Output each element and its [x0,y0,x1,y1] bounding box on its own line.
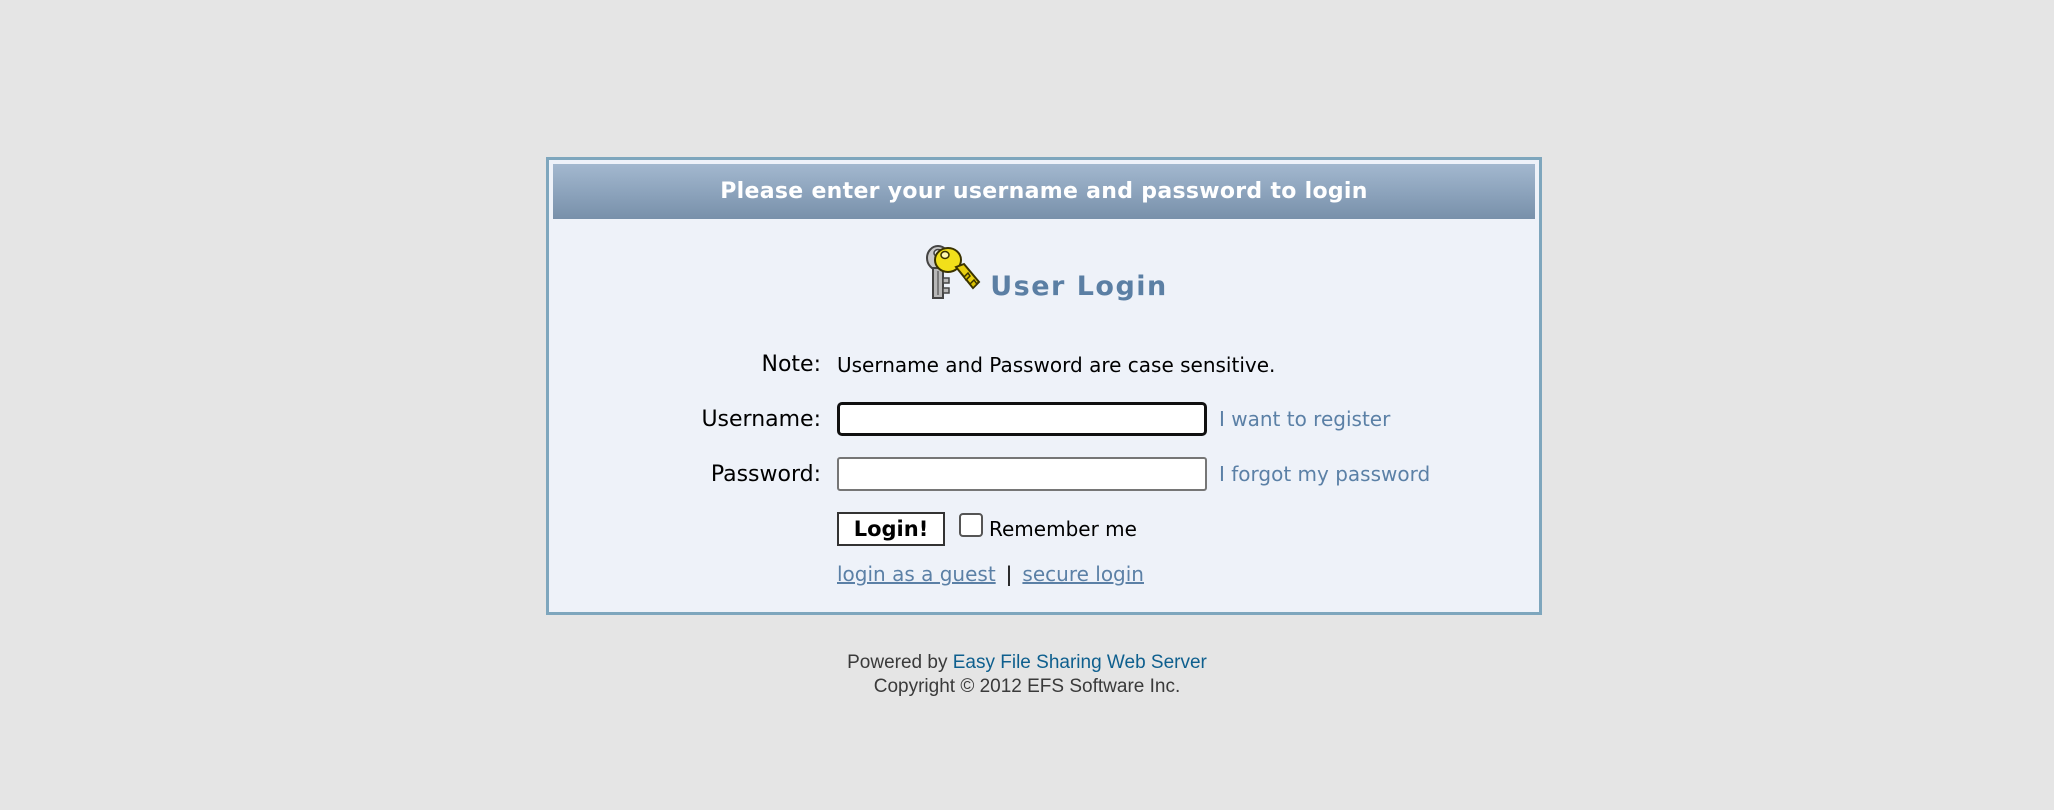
remember-me-checkbox[interactable] [959,513,983,537]
register-link[interactable]: I want to register [1219,407,1390,431]
login-button[interactable]: Login! [837,512,945,546]
note-text: Username and Password are case sensitive… [837,352,1276,377]
link-separator: | [1005,562,1013,586]
username-row: Username: I want to register [549,402,1539,436]
note-label: Note: [761,352,822,377]
user-login-title: User Login [990,271,1168,302]
login-panel: Please enter your username and password … [546,157,1542,615]
login-header-bar: Please enter your username and password … [553,164,1535,219]
password-input[interactable] [837,457,1207,491]
submit-row: Login! Remember me [549,512,1539,546]
copyright-text: Copyright © 2012 EFS Software Inc. [873,676,1181,697]
remember-me-label[interactable]: Remember me [989,517,1137,541]
note-row: Note: Username and Password are case sen… [549,352,1539,377]
guest-login-link[interactable]: login as a guest [837,562,996,586]
alt-login-row: login as a guest | secure login [549,562,1539,586]
efs-web-server-link[interactable]: Easy File Sharing Web Server [953,652,1207,673]
password-row: Password: I forgot my password [549,457,1539,491]
login-header-title: Please enter your username and password … [720,179,1368,204]
powered-by-line: Powered by Easy File Sharing Web Server [0,651,2054,675]
username-input[interactable] [837,402,1207,436]
powered-by-prefix: Powered by [847,652,948,673]
user-login-title-row: User Login [549,240,1539,304]
username-label: Username: [701,406,821,432]
page-footer: Powered by Easy File Sharing Web Server … [0,651,2054,699]
secure-login-link[interactable]: secure login [1022,562,1144,586]
password-label: Password: [710,461,821,487]
forgot-password-link[interactable]: I forgot my password [1219,462,1430,486]
keys-icon [920,240,982,304]
